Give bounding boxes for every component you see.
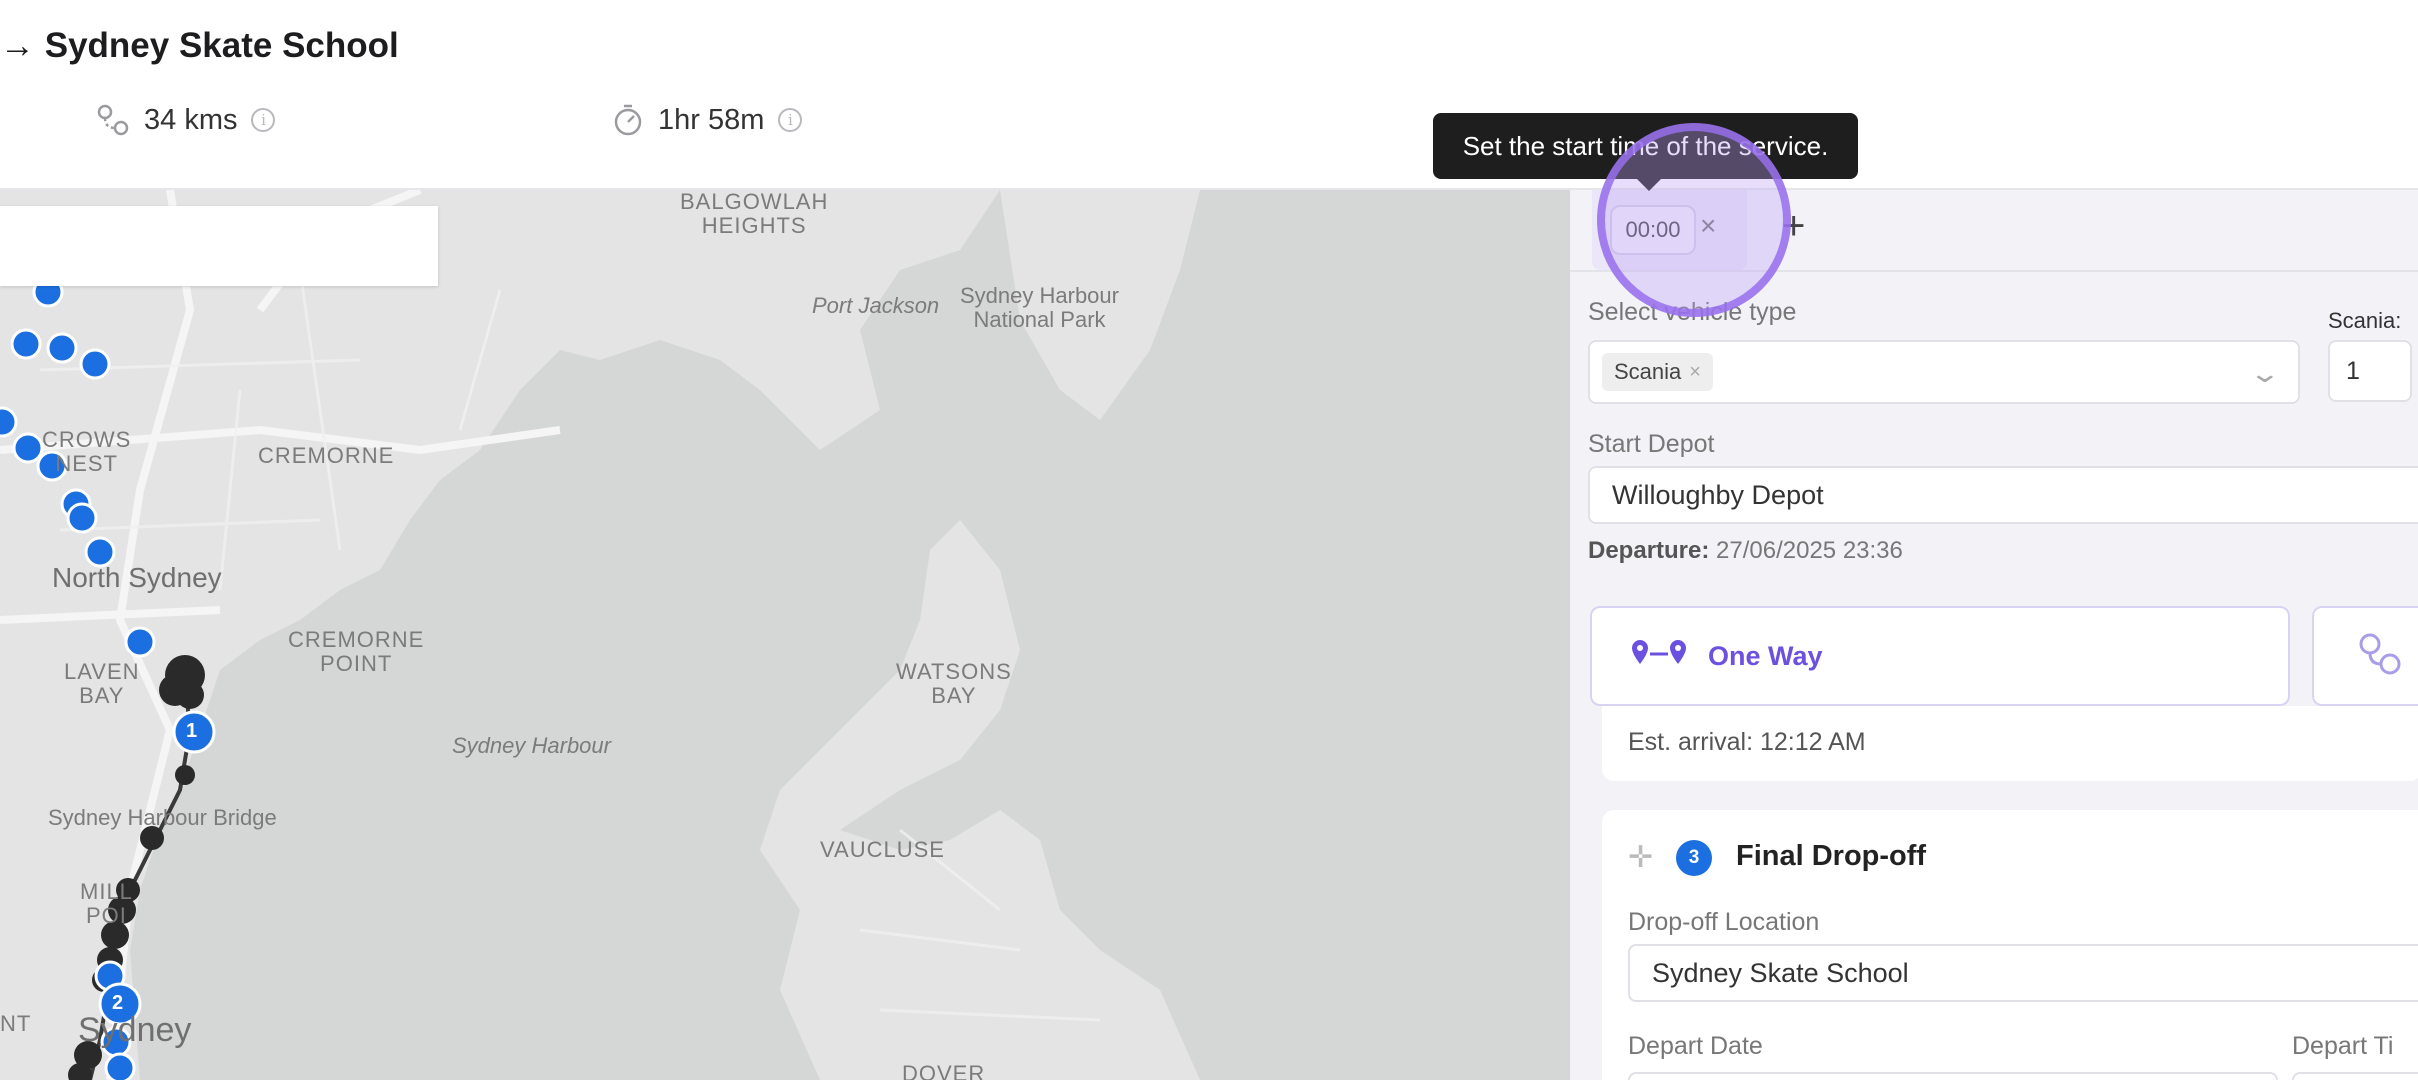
map-label-dover: DOVER bbox=[902, 1061, 986, 1080]
departure-value: 27/06/2025 23:36 bbox=[1716, 537, 1903, 564]
route-distance-icon bbox=[96, 103, 130, 137]
map-marker-1[interactable]: 1 bbox=[186, 720, 197, 743]
map-label-milsons-point: MILL POI bbox=[80, 879, 133, 928]
map-label-balgowlah: BALGOWLAH HEIGHTS bbox=[680, 190, 829, 238]
vehicle-tag: Scania × bbox=[1602, 353, 1713, 391]
depart-time-label: Depart Ti bbox=[2292, 1032, 2394, 1060]
duration-info-icon[interactable]: i bbox=[778, 108, 803, 132]
depart-date-label: Depart Date bbox=[1628, 1032, 1763, 1060]
depart-time-field[interactable] bbox=[2292, 1072, 2418, 1080]
map-base-layer bbox=[0, 190, 1200, 1080]
map-label-vaucluse: VAUCLUSE bbox=[820, 837, 945, 862]
round-trip-icon bbox=[2356, 630, 2404, 683]
vehicle-tag-label: Scania bbox=[1614, 359, 1682, 384]
map-label-left-edge: NT bbox=[0, 1011, 32, 1036]
map-label-sydney: Sydney bbox=[78, 1011, 192, 1049]
click-highlight bbox=[1597, 123, 1791, 317]
distance-stat: 34 kms i bbox=[96, 103, 276, 137]
one-way-label: One Way bbox=[1708, 640, 1823, 671]
route-header: → Sydney Skate School 34 kms i 1hr 58m i bbox=[0, 0, 2418, 190]
route-map[interactable]: 1 2 BALGOWLAH HEIGHTS Port Jackson Sydne… bbox=[0, 190, 1570, 1080]
start-depot-label: Start Depot bbox=[1588, 430, 1715, 458]
previous-stop-card: Est. arrival: 12:12 AM bbox=[1602, 706, 2418, 781]
dropoff-location-label: Drop-off Location bbox=[1628, 908, 1820, 936]
distance-value: 34 kms bbox=[144, 103, 238, 136]
map-label-harbour-bridge: Sydney Harbour Bridge bbox=[48, 805, 277, 830]
map-label-port-jackson: Port Jackson bbox=[812, 293, 940, 318]
map-label-north-sydney: North Sydney bbox=[52, 562, 222, 593]
map-label-cremorne: CREMORNE bbox=[258, 443, 395, 468]
vehicle-type-select[interactable]: Scania × ⌄ bbox=[1588, 340, 2300, 404]
duration-value: 1hr 58m bbox=[658, 103, 765, 136]
return-trip-option[interactable] bbox=[2312, 606, 2418, 706]
final-dropoff-card: ✛ 3 Final Drop-off Drop-off Location Syd… bbox=[1602, 810, 2418, 1080]
drag-handle-icon[interactable]: ✛ bbox=[1628, 840, 1653, 875]
depart-date-field[interactable] bbox=[1628, 1072, 2278, 1080]
vehicle-count-label: Scania: bbox=[2328, 308, 2402, 333]
one-way-option[interactable]: One Way bbox=[1590, 606, 2290, 706]
map-label-watsons-bay: WATSONS BAY bbox=[896, 659, 1012, 708]
departure-label: Departure: bbox=[1588, 537, 1710, 564]
distance-info-icon[interactable]: i bbox=[251, 108, 276, 132]
map-label-sydney-harbour-np: Sydney Harbour National Park bbox=[960, 283, 1119, 332]
stop-title: Final Drop-off bbox=[1736, 840, 1927, 872]
map-label-lavender-bay: LAVEN BAY bbox=[64, 659, 140, 708]
vehicle-count-input[interactable]: 1 bbox=[2328, 340, 2412, 402]
one-way-icon bbox=[1630, 636, 1690, 677]
est-arrival: Est. arrival: 12:12 AM bbox=[1628, 728, 1866, 756]
map-label-sydney-harbour: Sydney Harbour bbox=[452, 733, 611, 758]
chevron-down-icon[interactable]: ⌄ bbox=[2249, 358, 2282, 389]
duration-stat: 1hr 58m i bbox=[612, 103, 803, 137]
map-search-box[interactable] bbox=[0, 206, 438, 286]
departure-info: Departure: 27/06/2025 23:36 bbox=[1588, 537, 1903, 565]
remove-tag-icon[interactable]: × bbox=[1689, 361, 1701, 384]
stopwatch-icon bbox=[612, 103, 644, 137]
route-title: → Sydney Skate School bbox=[0, 26, 399, 65]
dropoff-location-field[interactable]: Sydney Skate School bbox=[1628, 944, 2418, 1002]
map-label-crows-nest: CROWS NEST bbox=[42, 427, 132, 476]
stop-number-badge: 3 bbox=[1676, 840, 1712, 876]
map-label-cremorne-point: CREMORNE POINT bbox=[288, 627, 425, 676]
service-panel: 00:00 × + Select vehicle type Scania × ⌄… bbox=[1570, 190, 2418, 1080]
start-depot-field[interactable]: Willoughby Depot bbox=[1588, 466, 2418, 524]
